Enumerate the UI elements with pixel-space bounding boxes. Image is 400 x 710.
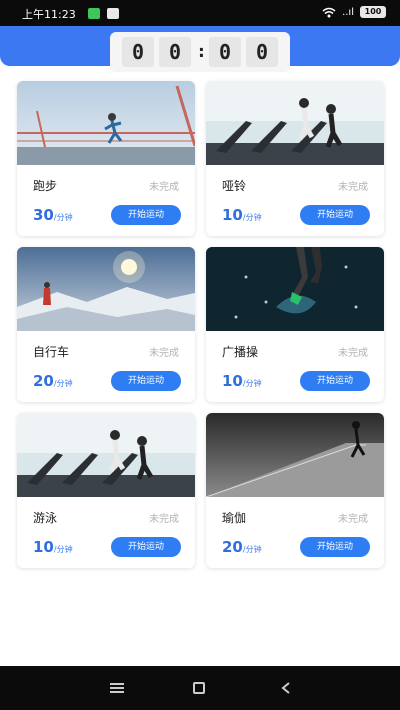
exercise-duration: 10/分钟 [33, 537, 73, 556]
system-navigation-bar [0, 666, 400, 710]
exercise-name: 跑步 [33, 179, 58, 193]
exercise-duration: 20/分钟 [222, 537, 262, 556]
exercise-photo [206, 247, 384, 331]
timer-digit: 0 [209, 37, 241, 67]
notification-icon [107, 8, 119, 19]
wechat-icon [88, 8, 100, 19]
start-exercise-button[interactable]: 开始运动 [300, 371, 370, 391]
exercise-card[interactable]: 哑铃 未完成 10/分钟 开始运动 [206, 81, 384, 236]
exercise-photo [17, 247, 195, 331]
status-indicators: ..ıl 100 [322, 6, 386, 18]
exercise-card[interactable]: 跑步 未完成 30/分钟 开始运动 [17, 81, 195, 236]
exercise-duration: 10/分钟 [222, 371, 262, 390]
back-icon[interactable] [280, 682, 292, 694]
exercise-card[interactable]: 游泳 未完成 10/分钟 开始运动 [17, 413, 195, 568]
duration-unit: /分钟 [242, 213, 262, 222]
start-exercise-button[interactable]: 开始运动 [300, 205, 370, 225]
signal-icon: ..ıl [342, 6, 354, 18]
timer-digit: 0 [122, 37, 154, 67]
start-exercise-button[interactable]: 开始运动 [111, 205, 181, 225]
exercise-duration: 30/分钟 [33, 205, 73, 224]
exercise-name: 自行车 [33, 345, 70, 359]
timer-separator: : [196, 41, 207, 62]
duration-unit: /分钟 [53, 213, 73, 222]
duration-value: 10 [222, 206, 243, 224]
menu-icon[interactable] [110, 683, 124, 693]
exercise-duration: 10/分钟 [222, 205, 262, 224]
exercise-card[interactable]: 自行车 未完成 20/分钟 开始运动 [17, 247, 195, 402]
timer-digit: 0 [159, 37, 191, 67]
exercise-photo [206, 81, 384, 165]
duration-value: 10 [33, 538, 54, 556]
duration-unit: /分钟 [242, 379, 262, 388]
exercise-card[interactable]: 广播操 未完成 10/分钟 开始运动 [206, 247, 384, 402]
exercise-name: 哑铃 [222, 179, 247, 193]
exercise-photo [17, 81, 195, 165]
exercise-name: 游泳 [33, 511, 58, 525]
duration-value: 20 [33, 372, 54, 390]
exercise-card[interactable]: 瑜伽 未完成 20/分钟 开始运动 [206, 413, 384, 568]
duration-unit: /分钟 [53, 379, 73, 388]
completion-status: 未完成 [338, 514, 368, 525]
duration-unit: /分钟 [242, 545, 262, 554]
start-exercise-button[interactable]: 开始运动 [111, 371, 181, 391]
duration-value: 10 [222, 372, 243, 390]
completion-status: 未完成 [149, 182, 179, 193]
exercise-timer: 0 0 : 0 0 [110, 32, 290, 72]
duration-value: 30 [33, 206, 54, 224]
completion-status: 未完成 [338, 182, 368, 193]
completion-status: 未完成 [149, 514, 179, 525]
home-icon[interactable] [193, 682, 205, 694]
duration-value: 20 [222, 538, 243, 556]
start-exercise-button[interactable]: 开始运动 [111, 537, 181, 557]
status-bar: 上午11:23 ..ıl 100 [0, 0, 400, 26]
duration-unit: /分钟 [53, 545, 73, 554]
exercise-name: 瑜伽 [222, 511, 247, 525]
status-time: 上午11:23 [22, 8, 76, 21]
completion-status: 未完成 [338, 348, 368, 359]
exercise-photo [17, 413, 195, 497]
start-exercise-button[interactable]: 开始运动 [300, 537, 370, 557]
exercise-duration: 20/分钟 [33, 371, 73, 390]
exercise-name: 广播操 [222, 345, 259, 359]
battery-icon: 100 [360, 6, 386, 18]
timer-digit: 0 [246, 37, 278, 67]
exercise-photo [206, 413, 384, 497]
completion-status: 未完成 [149, 348, 179, 359]
wifi-icon [322, 7, 336, 17]
